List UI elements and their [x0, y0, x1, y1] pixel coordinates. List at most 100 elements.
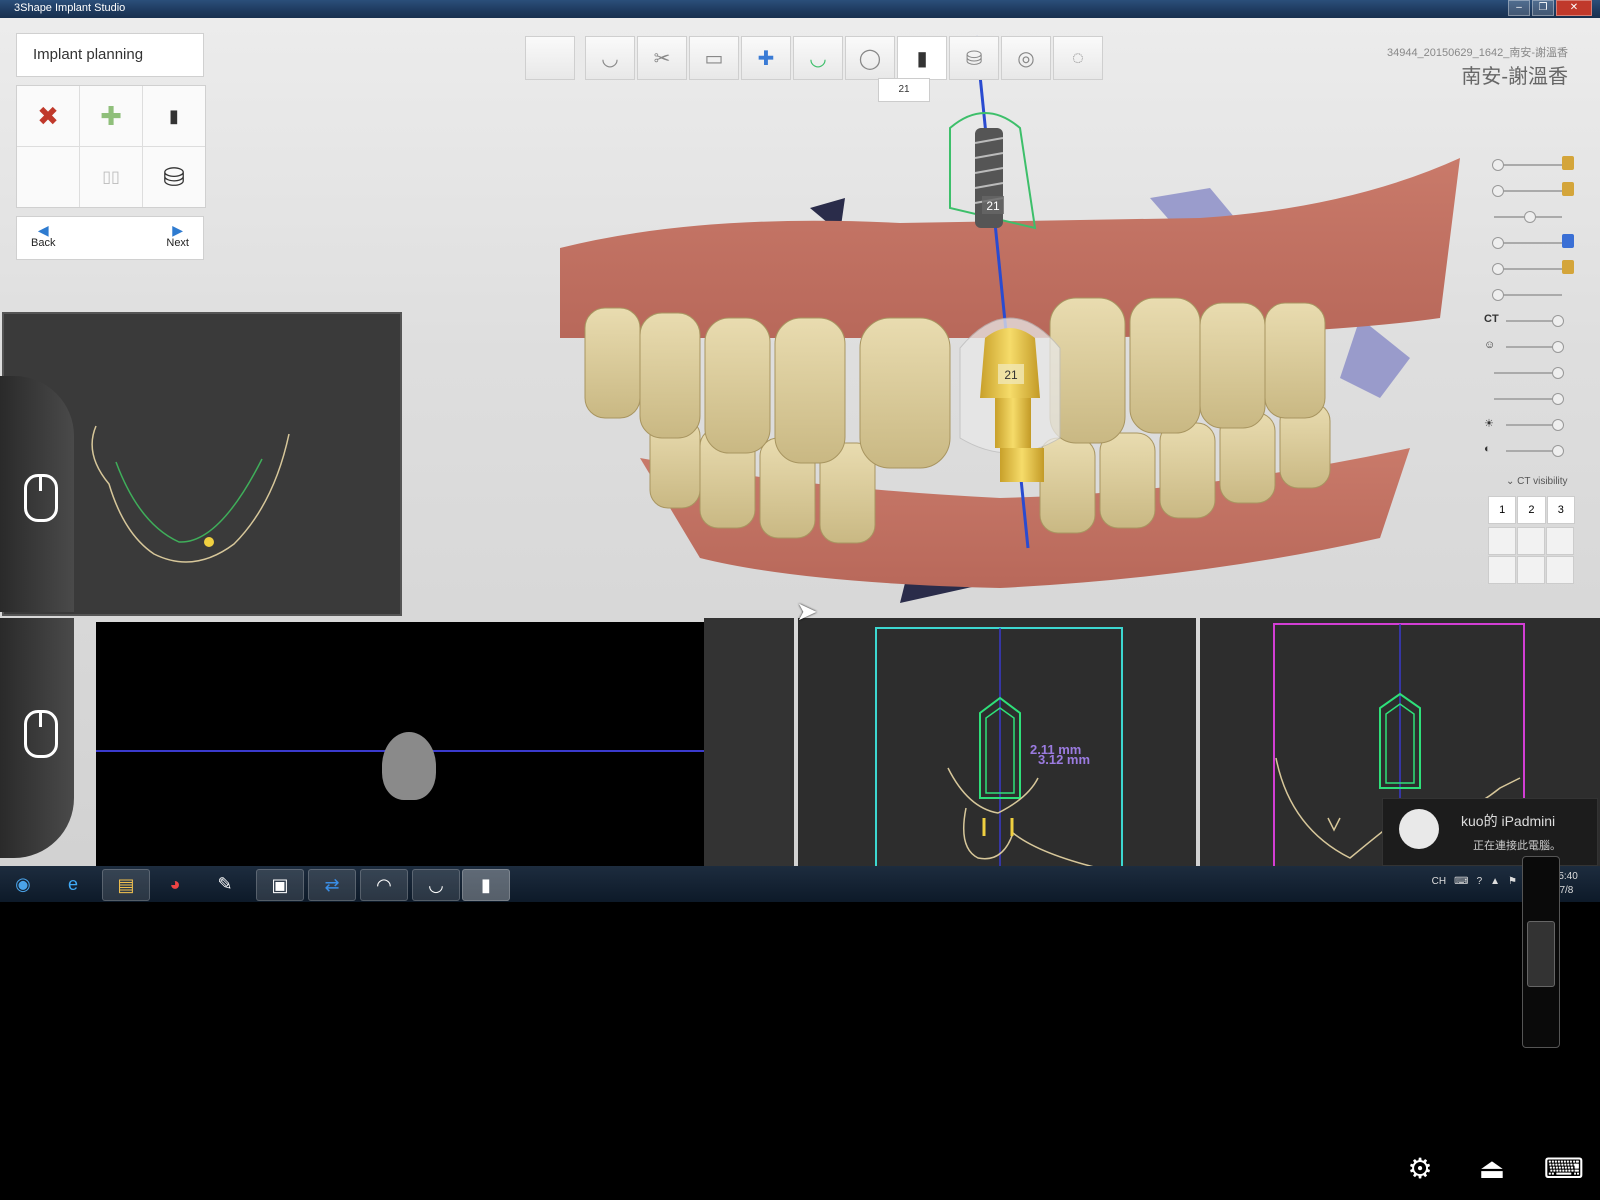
workflow-step-sleeve[interactable]: ⛁ — [949, 36, 999, 80]
workflow-step-export[interactable]: ◌ — [1053, 36, 1103, 80]
implant-planning-panel: Implant planning ✖ ✚ ▮ ▯▯ ⛁ ◀ Back ▶ Nex… — [16, 33, 206, 265]
tooth-number-tag[interactable]: 21 — [878, 78, 930, 102]
view-preset-front[interactable] — [1488, 527, 1516, 555]
workflow-step-jaw[interactable]: ◡ — [585, 36, 635, 80]
crown-icon: ◯ — [858, 47, 882, 70]
back-button[interactable]: ◀ Back — [31, 217, 55, 259]
app-workspace: 21 21 Implant planning ✖ ✚ ▮ ▯▯ ⛁ ◀ Back — [0, 18, 1600, 880]
face-icon: ☺ — [1484, 339, 1496, 351]
slider-contrast[interactable]: ◐ — [1484, 438, 1574, 464]
view-presets: 1 2 3 — [1488, 496, 1576, 584]
workflow-step-guide[interactable]: ◎ — [1001, 36, 1051, 80]
view-preset-back[interactable] — [1546, 556, 1574, 584]
slider-upper-scan[interactable] — [1484, 152, 1574, 178]
taskbar-app-1[interactable]: ▣ — [256, 869, 304, 901]
navigation-row: ◀ Back ▶ Next — [16, 216, 204, 260]
connection-notification[interactable]: kuo的 iPadmini 正在連接此電腦。 — [1382, 798, 1598, 866]
cross-section-view-1[interactable]: 2.11 mm 3.12 mm — [798, 618, 1196, 880]
taskbar-3shape-1[interactable]: ◠ — [360, 869, 408, 901]
view-preset-bottom[interactable] — [1517, 556, 1545, 584]
close-button[interactable]: ✕ — [1556, 0, 1592, 16]
view-3-button[interactable]: 3 — [1546, 496, 1575, 524]
taskbar-ie[interactable]: e — [50, 869, 96, 899]
ct-visibility-label: CT visibility — [1517, 476, 1568, 487]
implant-icon: ▮ — [169, 105, 179, 126]
workflow-step-nerve[interactable]: ✂ — [637, 36, 687, 80]
taskbar-explorer[interactable]: ▤ — [102, 869, 150, 901]
view-preset-top[interactable] — [1488, 556, 1516, 584]
slider-implant[interactable] — [1484, 230, 1574, 256]
slider-face[interactable]: ☺ — [1484, 334, 1574, 360]
keyboard-icon[interactable]: ⌨ — [1454, 876, 1468, 887]
workflow-step-blank[interactable] — [525, 36, 575, 80]
mouse-hint-panel — [0, 376, 74, 612]
add-implant-button[interactable]: ✚ — [80, 86, 142, 146]
implant-icon: ▮ — [916, 47, 928, 70]
view-1-button[interactable]: 1 — [1488, 496, 1517, 524]
help-icon[interactable]: ? — [1477, 876, 1483, 887]
input-language[interactable]: CH — [1432, 876, 1446, 887]
workflow-step-align[interactable]: ✚ — [741, 36, 791, 80]
section-frame — [875, 627, 1123, 869]
scroll-thumb[interactable] — [1527, 921, 1555, 987]
title-bar: 3Shape Implant Studio – ❐ ✕ — [0, 0, 1600, 18]
implant-tool-button[interactable]: ▮ — [143, 86, 205, 146]
plus-icon: ✚ — [100, 100, 122, 131]
taskbar-3shape-2[interactable]: ◡ — [412, 869, 460, 901]
slider-nerve[interactable] — [1484, 282, 1574, 308]
contrast-icon: ◐ — [1484, 443, 1491, 455]
workflow-step-crown[interactable]: ◯ — [845, 36, 895, 80]
folder-icon: ▤ — [117, 874, 135, 895]
tooth-app-icon: ◡ — [428, 874, 444, 895]
view-2-button[interactable]: 2 — [1517, 496, 1546, 524]
implant-label-top: 21 — [986, 199, 1000, 213]
workflow-step-curve[interactable]: ◡ — [793, 36, 843, 80]
slider-abutment[interactable] — [1484, 256, 1574, 282]
expand-up-icon[interactable]: ⏏ — [1468, 1152, 1516, 1192]
ct-axial-view[interactable] — [96, 622, 704, 880]
next-button[interactable]: ▶ Next — [166, 217, 189, 259]
slider-tooth[interactable] — [1484, 386, 1574, 412]
slider-crown[interactable] — [1484, 204, 1574, 230]
flag-icon[interactable]: ⚑ — [1508, 876, 1517, 887]
sleeve-tool-button[interactable]: ⛁ — [143, 147, 205, 207]
upper-gingiva — [560, 158, 1460, 338]
ct-visibility-toggle[interactable]: ⌄ CT visibility — [1506, 476, 1568, 487]
connection-status: 正在連接此電腦。 — [1473, 840, 1561, 852]
remote-scroll-bar[interactable] — [1522, 856, 1560, 1048]
taskbar-teamviewer[interactable]: ⇄ — [308, 869, 356, 901]
settings-gear-icon[interactable]: ⚙ — [1396, 1152, 1444, 1192]
network-icon[interactable]: ▲ — [1490, 876, 1500, 887]
taskbar-chrome[interactable]: ◕ — [152, 869, 198, 899]
scan-icon: ▭ — [704, 47, 724, 70]
window-title: 3Shape Implant Studio — [14, 2, 126, 14]
slider-brightness[interactable]: ☀ — [1484, 412, 1574, 438]
workflow-step-scan[interactable]: ▭ — [689, 36, 739, 80]
chevron-down-icon: ⌄ — [1506, 476, 1515, 487]
tool-grid: ✖ ✚ ▮ ▯▯ ⛁ — [16, 85, 206, 208]
parallel-tool-button[interactable]: ▯▯ — [80, 147, 142, 207]
taskbar: ◉ e ▤ ◕ ✎ ▣ ⇄ ◠ ◡ ▮ CH ⌨ ? ▲ ⚑ ♪ — [0, 866, 1600, 902]
guide-icon: ◎ — [1017, 47, 1035, 70]
view-divider — [704, 618, 794, 880]
slider-ct[interactable]: CT — [1484, 308, 1574, 334]
start-button[interactable]: ◉ — [0, 869, 46, 899]
minimize-button[interactable]: – — [1508, 0, 1530, 16]
delete-implant-button[interactable]: ✖ — [17, 86, 79, 146]
arrow-right-icon: ▶ — [172, 222, 184, 238]
restore-button[interactable]: ❐ — [1532, 0, 1554, 16]
taskbar-paint[interactable]: ✎ — [202, 869, 248, 899]
view-preset-right[interactable] — [1546, 527, 1574, 555]
arrow-left-icon: ◀ — [37, 222, 49, 238]
panel-title: Implant planning — [16, 33, 204, 77]
view-preset-left[interactable] — [1517, 527, 1545, 555]
taskbar-implant-studio[interactable]: ▮ — [462, 869, 510, 901]
case-id: 34944_20150629_1642_南安-謝溫香 — [1386, 47, 1568, 59]
workflow-step-implant[interactable]: ▮ — [897, 36, 947, 80]
keyboard-icon[interactable]: ⌨ — [1540, 1152, 1588, 1192]
slider-bone[interactable] — [1484, 360, 1574, 386]
ct-label: CT — [1484, 313, 1499, 325]
remote-toolbar: ⚙ ⏏ ⌨ — [1396, 1152, 1588, 1192]
slider-lower-scan[interactable] — [1484, 178, 1574, 204]
abutment-color-icon — [1562, 260, 1574, 274]
